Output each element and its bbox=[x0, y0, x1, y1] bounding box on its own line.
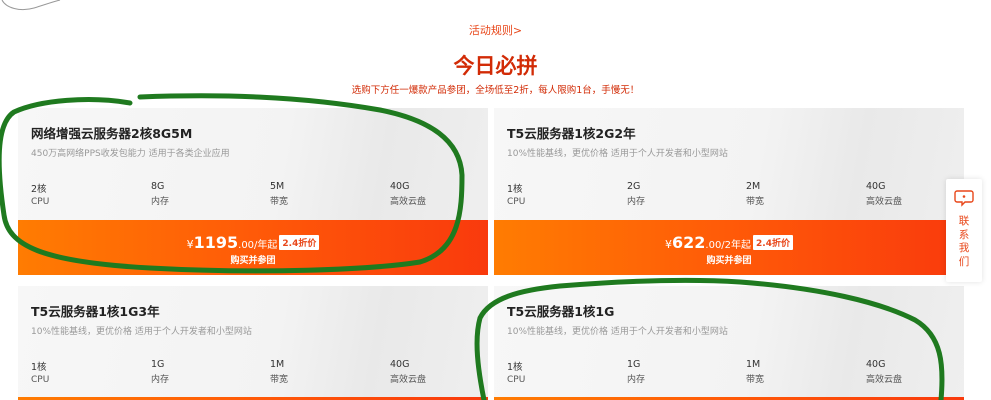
buy-label: 购买并参团 bbox=[230, 256, 276, 266]
spec-label: 带宽 bbox=[270, 375, 289, 385]
spec-label: CPU bbox=[31, 197, 50, 207]
spec-value: 1核 bbox=[31, 362, 47, 373]
spec-list: 1核 CPU 1G 内存 1M 带宽 40G 高效云盘 bbox=[31, 359, 488, 389]
product-desc: 450万高网络PPS收发包能力 适用于各类企业应用 bbox=[31, 149, 230, 159]
spec-cpu: 2核 CPU bbox=[31, 181, 141, 207]
spec-value: 5M bbox=[270, 181, 285, 192]
buy-button[interactable]: ¥622.00/2年起 2.4折价 购买并参团 bbox=[494, 220, 964, 275]
contact-us-button[interactable]: 联系我们 bbox=[946, 179, 982, 282]
spec-list: 1核 CPU 2G 内存 2M 带宽 40G 高效云盘 bbox=[507, 181, 964, 211]
buy-label: 购买并参团 bbox=[706, 256, 752, 266]
spec-label: CPU bbox=[31, 375, 50, 385]
product-card: T5云服务器1核1G3年 10%性能基线，更优价格 适用于个人开发者和小型网站 … bbox=[18, 286, 488, 400]
spec-disk: 40G 高效云盘 bbox=[390, 181, 488, 207]
spec-list: 2核 CPU 8G 内存 5M 带宽 40G 高效云盘 bbox=[31, 181, 488, 211]
spec-disk: 40G 高效云盘 bbox=[390, 359, 488, 385]
spec-label: 内存 bbox=[151, 375, 170, 385]
spec-value: 2G bbox=[627, 181, 641, 192]
spec-label: 带宽 bbox=[270, 197, 289, 207]
spec-bandwidth: 1M 带宽 bbox=[270, 359, 380, 385]
spec-memory: 2G 内存 bbox=[627, 181, 737, 207]
price-line: ¥622.00/2年起 2.4折价 bbox=[494, 233, 964, 252]
decorative-sketch bbox=[1, 0, 61, 11]
spec-memory: 8G 内存 bbox=[151, 181, 261, 207]
discount-badge: 2.4折价 bbox=[279, 235, 320, 250]
spec-value: 1核 bbox=[507, 184, 523, 195]
product-name: T5云服务器1核1G3年 bbox=[31, 304, 160, 319]
page-subtitle: 选购下方任一爆款产品参团，全场低至2折，每人限购1台，手慢无！ bbox=[351, 85, 640, 96]
price-line: ¥1195.00/年起 2.4折价 bbox=[18, 233, 488, 252]
spec-label: 内存 bbox=[627, 197, 646, 207]
spec-cpu: 1核 CPU bbox=[31, 359, 141, 385]
product-name: T5云服务器1核2G2年 bbox=[507, 126, 636, 141]
spec-list: 1核 CPU 1G 内存 1M 带宽 40G 高效云盘 bbox=[507, 359, 964, 389]
price-unit: .00/年起 bbox=[238, 240, 278, 251]
discount-badge: 2.4折价 bbox=[753, 235, 793, 250]
price-unit: .00/2年起 bbox=[705, 240, 752, 251]
product-desc: 10%性能基线，更优价格 适用于个人开发者和小型网站 bbox=[31, 327, 252, 337]
spec-value: 1M bbox=[746, 359, 761, 370]
spec-label: 高效云盘 bbox=[390, 197, 427, 207]
spec-label: CPU bbox=[507, 197, 526, 207]
spec-cpu: 1核 CPU bbox=[507, 359, 617, 385]
spec-label: 高效云盘 bbox=[866, 375, 903, 385]
spec-value: 2核 bbox=[31, 184, 47, 195]
product-desc: 10%性能基线，更优价格 适用于个人开发者和小型网站 bbox=[507, 327, 728, 337]
spec-value: 8G bbox=[151, 181, 165, 192]
price-value: 1195 bbox=[193, 233, 239, 252]
spec-cpu: 1核 CPU bbox=[507, 181, 617, 207]
product-desc: 10%性能基线，更优价格 适用于个人开发者和小型网站 bbox=[507, 149, 728, 159]
rules-link[interactable]: 活动规则> bbox=[0, 22, 991, 38]
spec-label: 带宽 bbox=[746, 197, 765, 207]
spec-value: 40G bbox=[866, 359, 886, 370]
spec-bandwidth: 2M 带宽 bbox=[746, 181, 856, 207]
spec-label: 内存 bbox=[627, 375, 646, 385]
price-symbol: ¥ bbox=[186, 238, 194, 251]
price-value: 622 bbox=[672, 233, 706, 252]
spec-memory: 1G 内存 bbox=[151, 359, 261, 385]
spec-value: 1M bbox=[270, 359, 285, 370]
spec-label: 高效云盘 bbox=[390, 375, 427, 385]
product-card: 网络增强云服务器2核8G5M 450万高网络PPS收发包能力 适用于各类企业应用… bbox=[18, 108, 488, 275]
spec-value: 1G bbox=[151, 359, 165, 370]
spec-value: 2M bbox=[746, 181, 761, 192]
product-name: T5云服务器1核1G bbox=[507, 304, 615, 319]
buy-button[interactable]: ¥1195.00/年起 2.4折价 购买并参团 bbox=[18, 220, 488, 275]
spec-bandwidth: 5M 带宽 bbox=[270, 181, 380, 207]
spec-bandwidth: 1M 带宽 bbox=[746, 359, 856, 385]
spec-label: 内存 bbox=[151, 197, 170, 207]
spec-memory: 1G 内存 bbox=[627, 359, 737, 385]
spec-value: 1G bbox=[627, 359, 641, 370]
product-card: T5云服务器1核2G2年 10%性能基线，更优价格 适用于个人开发者和小型网站 … bbox=[494, 108, 964, 275]
spec-value: 40G bbox=[390, 359, 410, 370]
contact-us-label: 联系我们 bbox=[958, 215, 970, 268]
price-symbol: ¥ bbox=[665, 238, 672, 251]
chat-bubble-icon bbox=[954, 190, 974, 207]
spec-value: 1核 bbox=[507, 362, 523, 373]
product-card: T5云服务器1核1G 10%性能基线，更优价格 适用于个人开发者和小型网站 1核… bbox=[494, 286, 964, 400]
spec-label: CPU bbox=[507, 375, 526, 385]
page-title: 今日必拼 bbox=[453, 54, 538, 78]
spec-value: 40G bbox=[390, 181, 410, 192]
spec-disk: 40G 高效云盘 bbox=[866, 359, 964, 385]
spec-label: 带宽 bbox=[746, 375, 765, 385]
product-name: 网络增强云服务器2核8G5M bbox=[31, 126, 193, 141]
